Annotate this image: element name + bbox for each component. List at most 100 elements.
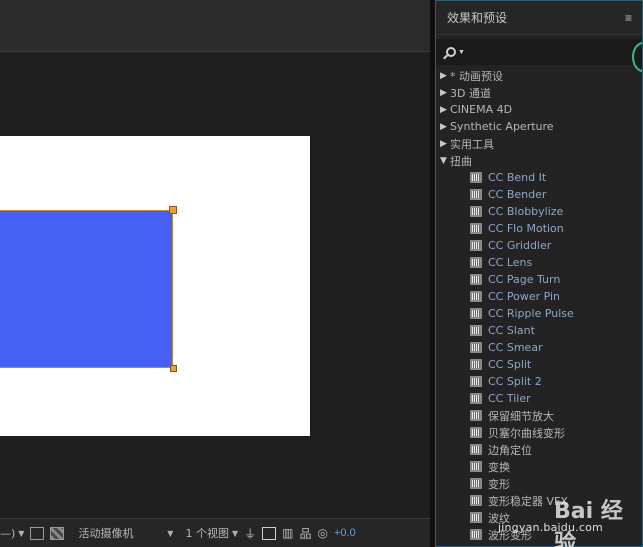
effect-label: CC Griddler [488,239,552,252]
effect-item[interactable]: 保留细节放大 [436,407,642,424]
views-label: 1 个视图 [185,527,229,540]
category-label: 扭曲 [450,154,472,168]
collapse-arrow-icon[interactable]: ▼ [440,156,450,166]
expand-arrow-icon[interactable]: ▶ [440,105,450,115]
category-label: CINEMA 4D [450,103,513,116]
effect-item[interactable]: CC Page Turn [436,271,642,288]
effect-label: CC Power Pin [488,290,561,303]
effect-item[interactable]: CC Tiler [436,390,642,407]
effect-item[interactable]: 变形 [436,475,642,492]
effect-icon [470,325,482,336]
camera-dropdown[interactable]: 活动摄像机 ▼ [78,525,173,541]
blue-rectangle-layer[interactable] [0,210,173,368]
effect-label: CC Split [488,358,532,371]
effect-icon [470,393,482,404]
chevron-down-icon[interactable]: ▼ [458,49,465,56]
chevron-down-icon: ▼ [167,528,174,538]
effect-item[interactable]: 波纹 [436,509,642,526]
effect-item[interactable]: CC Griddler [436,237,642,254]
effect-label: CC Lens [488,256,533,269]
category-label: * 动画预设 [450,69,503,83]
effect-icon [470,274,482,285]
exposure-value[interactable]: +0.0 [334,527,356,539]
effect-item[interactable]: CC Ripple Pulse [436,305,642,322]
resolution-dropdown[interactable]: —) ▼ [0,527,24,540]
category-animation-presets[interactable]: ▶ * 动画预设 [436,67,642,84]
category-synthetic-aperture[interactable]: ▶ Synthetic Aperture [436,118,642,135]
effect-label: 贝塞尔曲线变形 [488,426,565,440]
resolution-label: —) [0,526,16,540]
flowchart-icon[interactable]: 品 [299,525,311,542]
transform-handle-bottom-right[interactable] [170,365,177,372]
transparency-grid-icon[interactable] [50,526,65,540]
effect-icon [470,223,482,234]
effect-item[interactable]: CC Power Pin [436,288,642,305]
effects-presets-panel: 效果和预设 ≡ ▼ ▶ * 动画预设 ▶ 3D 通道 ▶ CINEMA 4D ▶… [435,0,643,547]
category-label: 实用工具 [450,137,494,151]
effect-item[interactable]: 变形稳定器 VFX [436,492,642,509]
expand-arrow-icon[interactable]: ▶ [440,139,450,149]
chevron-down-icon: ▼ [18,528,25,538]
effect-item[interactable]: CC Blobbylize [436,203,642,220]
category-cinema-4d[interactable]: ▶ CINEMA 4D [436,101,642,118]
expand-arrow-icon[interactable]: ▶ [440,88,450,98]
composition-toolbar: —) ▼ 活动摄像机 ▼ 1 个视图 ▼ ⏚ ▥ 品 ◎ +0.0 [0,518,430,547]
effect-item[interactable]: 变换 [436,458,642,475]
effect-item[interactable]: CC Bend It [436,169,642,186]
expand-arrow-icon[interactable]: ▶ [440,71,450,81]
views-dropdown[interactable]: 1 个视图 ▼ [185,525,238,541]
transform-handle-top-right[interactable] [169,206,177,214]
fast-preview-icon[interactable] [262,526,277,540]
effects-search-field[interactable]: ▼ [436,39,642,65]
effects-panel-title: 效果和预设 [447,11,508,25]
effect-icon [470,427,482,438]
effect-icon [470,189,482,200]
panel-menu-icon[interactable]: ≡ [625,11,632,25]
effect-item[interactable]: 贝塞尔曲线变形 [436,424,642,441]
toggle-pixel-aspect-icon[interactable]: ⏚ [244,525,256,542]
effect-icon [470,461,482,472]
composition-panel: —) ▼ 活动摄像机 ▼ 1 个视图 ▼ ⏚ ▥ 品 ◎ +0.0 [0,0,430,547]
effect-icon [470,444,482,455]
effect-item[interactable]: CC Slant [436,322,642,339]
effect-label: CC Split 2 [488,375,542,388]
effect-item[interactable]: CC Split [436,356,642,373]
effect-label: CC Page Turn [488,273,561,286]
effect-item[interactable]: 边角定位 [436,441,642,458]
category-label: Synthetic Aperture [450,120,554,133]
effect-item[interactable]: CC Flo Motion [436,220,642,237]
effect-icon [470,529,482,540]
effect-label: CC Bend It [488,171,547,184]
effect-icon [470,206,482,217]
timeline-icon[interactable]: ▥ [282,526,293,540]
effect-item[interactable]: CC Lens [436,254,642,271]
effect-label: 波形变形 [488,528,532,542]
expand-arrow-icon[interactable]: ▶ [440,122,450,132]
effect-label: 变换 [488,460,510,474]
effect-item[interactable]: CC Smear [436,339,642,356]
category-utility[interactable]: ▶ 实用工具 [436,135,642,152]
effect-item[interactable]: 波形变形 [436,526,642,543]
effect-item[interactable]: CC Bender [436,186,642,203]
category-3d-channel[interactable]: ▶ 3D 通道 [436,84,642,101]
search-icon [446,47,456,57]
chevron-down-icon: ▼ [231,528,239,538]
category-distort[interactable]: ▼ 扭曲 [436,152,642,169]
reset-exposure-icon[interactable]: ◎ [317,526,327,540]
effect-label: CC Slant [488,324,535,337]
effect-icon [470,291,482,302]
effect-item[interactable]: CC Split 2 [436,373,642,390]
effect-label: CC Blobbylize [488,205,564,218]
effect-label: CC Ripple Pulse [488,307,574,320]
effect-icon [470,257,482,268]
effect-label: 保留细节放大 [488,409,554,423]
effects-tree: ▶ * 动画预设 ▶ 3D 通道 ▶ CINEMA 4D ▶ Synthetic… [436,65,642,543]
region-of-interest-icon[interactable] [30,526,45,540]
effect-label: CC Flo Motion [488,222,564,235]
effect-label: 变形 [488,477,510,491]
effect-icon [470,308,482,319]
composition-tab-bar [0,0,430,52]
composition-viewer[interactable] [0,53,430,518]
camera-label: 活动摄像机 [78,527,134,540]
category-label: 3D 通道 [450,86,491,100]
